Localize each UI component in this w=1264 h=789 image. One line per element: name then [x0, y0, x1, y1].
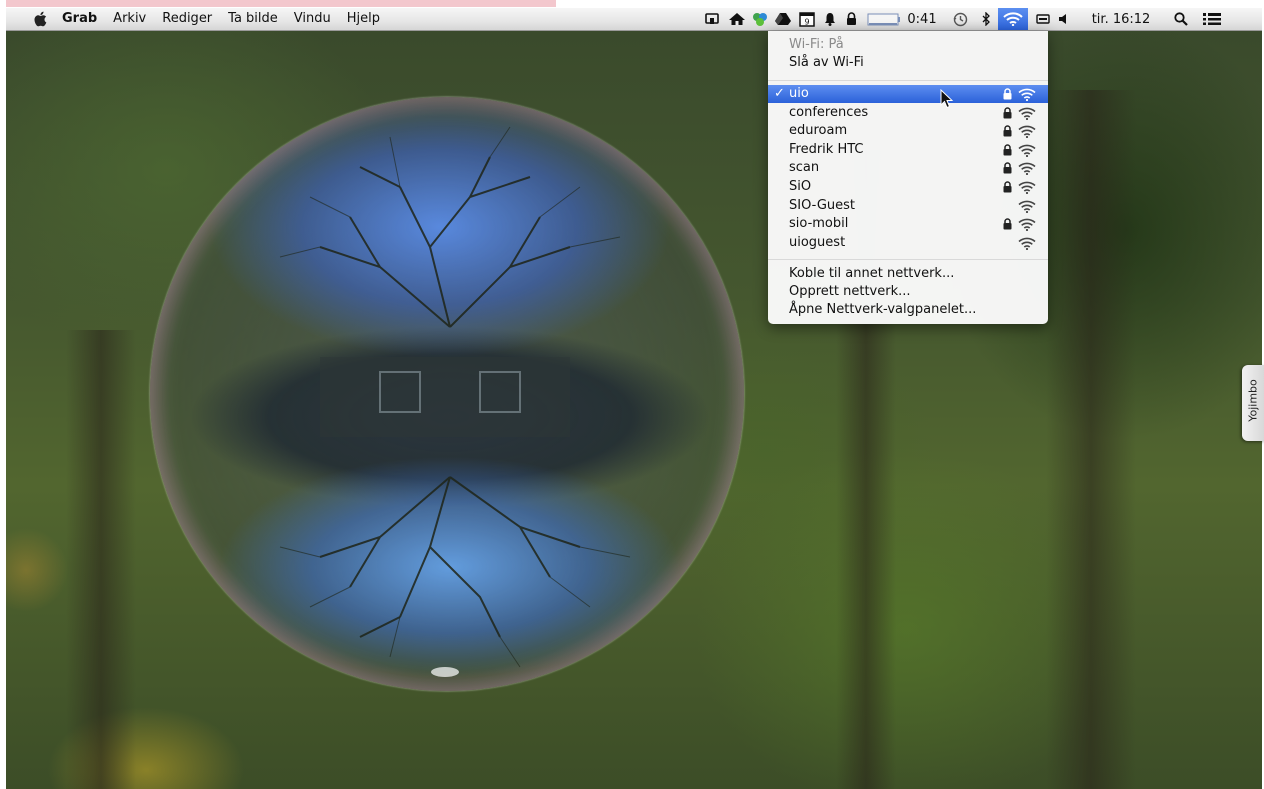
time-machine-icon[interactable] — [950, 8, 970, 30]
wifi-toggle-item[interactable]: Slå av Wi-Fi — [768, 54, 1048, 72]
network-name: scan — [789, 160, 820, 176]
network-item[interactable]: uioguest — [768, 234, 1048, 252]
bubble-reflection — [279, 126, 631, 677]
network-item[interactable]: conferences — [768, 104, 1048, 122]
bell-icon[interactable] — [821, 8, 839, 30]
mouse-cursor-icon — [940, 89, 954, 109]
wifi-signal-icon — [1018, 107, 1036, 120]
create-network-label: Opprett nettverk... — [789, 284, 911, 299]
spotlight-icon[interactable] — [1172, 8, 1190, 30]
clock[interactable]: tir. 16:12 — [1080, 8, 1162, 30]
network-name: eduroam — [789, 123, 848, 139]
pink-highlight-strip — [6, 0, 556, 7]
lock-icon — [1003, 88, 1012, 100]
network-item[interactable]: sio-mobil — [768, 215, 1048, 233]
wifi-signal-icon — [1018, 181, 1036, 194]
home-icon[interactable] — [727, 8, 747, 30]
create-network-item[interactable]: Opprett nettverk... — [768, 283, 1048, 301]
battery-time[interactable]: 0:41 — [904, 8, 940, 30]
app-menu-grab[interactable]: Grab — [54, 8, 105, 30]
network-name: SIO-Guest — [789, 197, 856, 213]
wifi-signal-icon — [1018, 200, 1036, 213]
lock-icon — [1003, 125, 1012, 137]
building-reflection — [320, 357, 570, 437]
yojimbo-drawer-tab[interactable]: Yojimbo — [1242, 365, 1264, 441]
wifi-signal-icon — [1018, 218, 1036, 232]
open-network-preferences-label: Åpne Nettverk-valgpanelet... — [789, 302, 977, 317]
menu-ta-bilde[interactable]: Ta bilde — [220, 8, 286, 30]
network-item[interactable]: scan — [768, 159, 1048, 177]
menu-separator — [768, 259, 1048, 260]
network-item[interactable]: ✓ uio — [768, 85, 1048, 103]
wifi-signal-icon — [1018, 163, 1036, 176]
apple-menu-icon[interactable] — [32, 8, 50, 30]
connect-other-network-item[interactable]: Koble til annet nettverk... — [768, 265, 1048, 283]
menu-hjelp[interactable]: Hjelp — [339, 8, 388, 30]
network-name: uioguest — [789, 234, 846, 250]
wifi-menu: Wi-Fi: På Slå av Wi-Fi ✓ uio conferences ed… — [768, 31, 1048, 324]
recycle-icon[interactable] — [751, 8, 769, 30]
battery-icon — [866, 8, 902, 30]
lock-icon — [1003, 144, 1012, 156]
notification-center-icon[interactable] — [1200, 8, 1224, 30]
menu-rediger[interactable]: Rediger — [154, 8, 220, 30]
soap-bubble — [150, 97, 744, 691]
lock-icon — [1003, 106, 1012, 119]
network-item[interactable]: SIO-Guest — [768, 197, 1048, 215]
menu-arkiv[interactable]: Arkiv — [105, 8, 154, 30]
menu-bar: Grab Arkiv Rediger Ta bilde Vindu Hjelp … — [6, 8, 1262, 31]
network-name: uio — [789, 86, 809, 101]
tree-trunk — [66, 330, 136, 789]
checkmark-icon: ✓ — [774, 86, 785, 101]
network-name: Fredrik HTC — [789, 141, 864, 157]
svg-text:9: 9 — [804, 17, 809, 26]
lock-icon — [1003, 218, 1012, 230]
wifi-signal-icon — [1018, 125, 1036, 139]
network-name: SiO — [789, 179, 812, 194]
network-item[interactable]: eduroam — [768, 122, 1048, 140]
lock-icon[interactable] — [843, 8, 859, 30]
wifi-icon[interactable] — [998, 8, 1028, 30]
lock-icon — [1003, 162, 1012, 174]
wifi-toggle-label: Slå av Wi-Fi — [789, 55, 864, 70]
yojimbo-label: Yojimbo — [1246, 379, 1260, 422]
menu-vindu[interactable]: Vindu — [286, 8, 339, 30]
wifi-signal-icon — [1018, 144, 1036, 157]
lock-icon — [1003, 181, 1012, 193]
menu-separator — [768, 80, 1048, 81]
wifi-status: Wi-Fi: På — [768, 36, 1048, 54]
bluetooth-icon[interactable] — [978, 8, 994, 30]
cast-icon[interactable] — [703, 8, 721, 30]
network-item[interactable]: Fredrik HTC — [768, 141, 1048, 159]
open-network-preferences-item[interactable]: Åpne Nettverk-valgpanelet... — [768, 301, 1048, 319]
volume-icon[interactable] — [1056, 8, 1072, 30]
wifi-status-label: Wi-Fi: På — [789, 37, 844, 52]
drive-icon[interactable] — [773, 8, 793, 30]
calendar-icon[interactable]: 9 — [797, 8, 817, 30]
wifi-signal-icon — [1018, 88, 1036, 101]
network-name: conferences — [789, 104, 869, 120]
network-name: sio-mobil — [789, 216, 849, 232]
connect-other-network-label: Koble til annet nettverk... — [789, 266, 955, 281]
keyboard-icon[interactable] — [1034, 8, 1052, 30]
network-item[interactable]: SiO — [768, 178, 1048, 196]
tree-trunk — [1046, 90, 1136, 789]
wifi-signal-icon — [1018, 237, 1036, 250]
